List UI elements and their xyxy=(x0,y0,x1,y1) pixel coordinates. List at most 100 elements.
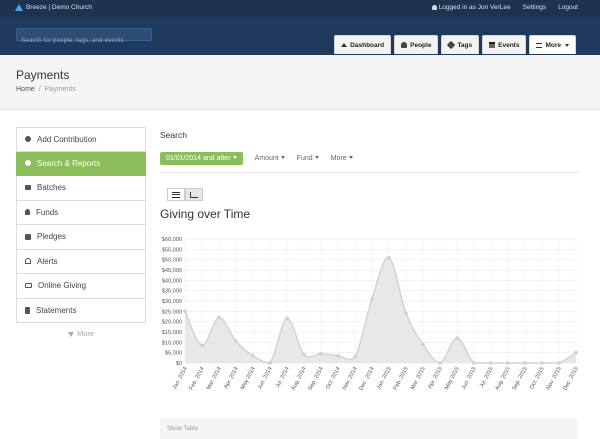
sidebar-item-statements[interactable]: Statements xyxy=(16,298,146,323)
main-nav: Dashboard People Tags Events More xyxy=(334,35,576,54)
breadcrumb: Home / Payments xyxy=(16,86,76,93)
more-filter-label: More xyxy=(330,154,347,162)
chevron-down-icon xyxy=(314,155,319,159)
house-icon xyxy=(341,43,348,47)
data-point xyxy=(387,255,391,260)
tag-icon xyxy=(447,40,456,50)
data-point xyxy=(472,361,476,365)
user-icon xyxy=(431,5,437,10)
search-heading: Search xyxy=(160,130,187,140)
sidebar-item-label: Online Giving xyxy=(38,281,87,291)
sidebar-item-batches[interactable]: Batches xyxy=(16,176,146,201)
chevron-down-icon xyxy=(280,155,285,159)
x-tick-label: Aug. 2015 xyxy=(494,366,511,391)
bell-icon xyxy=(25,258,31,265)
data-point xyxy=(540,361,544,365)
nav-tab-more[interactable]: More xyxy=(529,35,576,54)
chart-heading: Giving over Time xyxy=(160,207,251,221)
giving-chart: $0 $5,000 $10,000 $15,000 $20,000 $25,000 $30,… xyxy=(152,230,588,410)
sidebar-more[interactable]: More xyxy=(16,329,146,338)
brand-name: Breeze | Demo Church xyxy=(26,4,92,11)
chevron-down-icon xyxy=(232,155,237,159)
x-tick-label: Dec. 2015 xyxy=(562,366,579,391)
chart-view-button[interactable] xyxy=(185,188,203,201)
global-search-input[interactable] xyxy=(17,35,151,46)
data-point xyxy=(234,339,238,344)
data-point xyxy=(489,361,493,365)
x-tick-label: Jan. 2014 xyxy=(172,366,189,391)
sidebar-item-label: Statements xyxy=(36,305,77,315)
x-tick-label: Mar. 2015 xyxy=(410,366,427,391)
data-point xyxy=(421,342,425,347)
sidebar-item-pledges[interactable]: Pledges xyxy=(16,225,146,250)
data-point xyxy=(574,350,578,355)
x-tick-label: Nov. 2014 xyxy=(342,366,359,391)
nav-tab-events[interactable]: Events xyxy=(482,35,527,54)
nav-tab-people[interactable]: People xyxy=(394,35,439,54)
y-tick-label: $55,000 xyxy=(162,247,182,253)
sidebar-item-label: Add Contribution xyxy=(37,134,97,144)
giving-chart-svg: $0 $5,000 $10,000 $15,000 $20,000 $25,000 $30,… xyxy=(162,237,580,391)
y-tick-label: $25,000 xyxy=(162,309,182,315)
x-tick-label: Jan. 2015 xyxy=(376,366,393,391)
x-tick-label: May 2015 xyxy=(444,366,461,391)
y-tick-label: $20,000 xyxy=(162,320,182,326)
x-tick-label: Jul. 2014 xyxy=(275,366,291,389)
sidebar-item-search-reports[interactable]: Search & Reports xyxy=(16,151,146,176)
show-table-toggle[interactable]: Show Table xyxy=(160,418,578,439)
y-tick-label: $30,000 xyxy=(162,299,182,305)
view-toggle xyxy=(167,188,578,201)
chevron-down-icon xyxy=(348,155,353,159)
data-point xyxy=(336,353,340,358)
y-tick-label: $10,000 xyxy=(162,340,182,346)
more-filter[interactable]: More xyxy=(331,155,353,162)
global-search xyxy=(16,28,152,46)
x-tick-label: May 2014 xyxy=(240,366,257,391)
fund-filter[interactable]: Fund xyxy=(297,155,319,162)
y-tick-label: $60,000 xyxy=(162,237,182,243)
y-tick-label: $45,000 xyxy=(162,268,182,274)
nav-tab-tags[interactable]: Tags xyxy=(441,35,480,54)
brand[interactable]: Breeze | Demo Church xyxy=(15,4,92,11)
x-tick-label: Feb. 2014 xyxy=(189,366,206,391)
sidebar-item-add-contribution[interactable]: Add Contribution xyxy=(16,127,146,152)
logout-link[interactable]: Logout xyxy=(558,4,578,11)
data-point xyxy=(268,361,272,365)
amount-filter[interactable]: Amount xyxy=(255,155,285,162)
sidebar-item-alerts[interactable]: Alerts xyxy=(16,249,146,274)
sidebar-item-online-giving[interactable]: Online Giving xyxy=(16,274,146,299)
show-table-label: Show Table xyxy=(167,426,198,432)
data-point xyxy=(557,361,561,365)
y-tick-label: $0 xyxy=(176,361,182,367)
data-point xyxy=(319,351,323,356)
sidebar-item-label: Funds xyxy=(36,207,59,217)
x-tick-label: Mar. 2014 xyxy=(206,366,223,391)
document-icon xyxy=(25,306,30,314)
date-filter-button[interactable]: 01/01/2014 and after xyxy=(160,151,243,165)
calendar-icon xyxy=(489,42,496,48)
top-bar: Breeze | Demo Church Logged in as Jon Ve… xyxy=(0,0,600,17)
breadcrumb-current: Payments xyxy=(44,86,76,93)
sidebar-item-funds[interactable]: Funds xyxy=(16,200,146,225)
x-tick-label: Feb. 2015 xyxy=(393,366,410,391)
header: Dashboard People Tags Events More xyxy=(0,17,600,55)
data-point xyxy=(217,315,221,320)
nav-tab-label: Dashboard xyxy=(350,41,385,49)
page-header: Payments Home / Payments xyxy=(0,55,600,110)
breadcrumb-home[interactable]: Home xyxy=(16,86,35,93)
nav-tab-label: More xyxy=(545,41,561,49)
logged-in-label: Logged in as Jon VerLee xyxy=(438,4,511,11)
page-title: Payments xyxy=(16,68,70,82)
data-point xyxy=(183,309,187,314)
y-tick-label: $35,000 xyxy=(162,289,182,295)
x-tick-label: Jun. 2015 xyxy=(461,366,478,391)
y-tick-label: $40,000 xyxy=(162,278,182,284)
nav-tab-label: Tags xyxy=(457,41,473,49)
nav-tab-dashboard[interactable]: Dashboard xyxy=(334,35,392,54)
settings-link[interactable]: Settings xyxy=(523,4,547,11)
x-tick-label: Nov. 2015 xyxy=(546,366,563,391)
menu-icon xyxy=(536,42,543,48)
list-view-button[interactable] xyxy=(167,188,185,201)
laptop-icon xyxy=(25,283,32,289)
data-point xyxy=(285,316,289,321)
